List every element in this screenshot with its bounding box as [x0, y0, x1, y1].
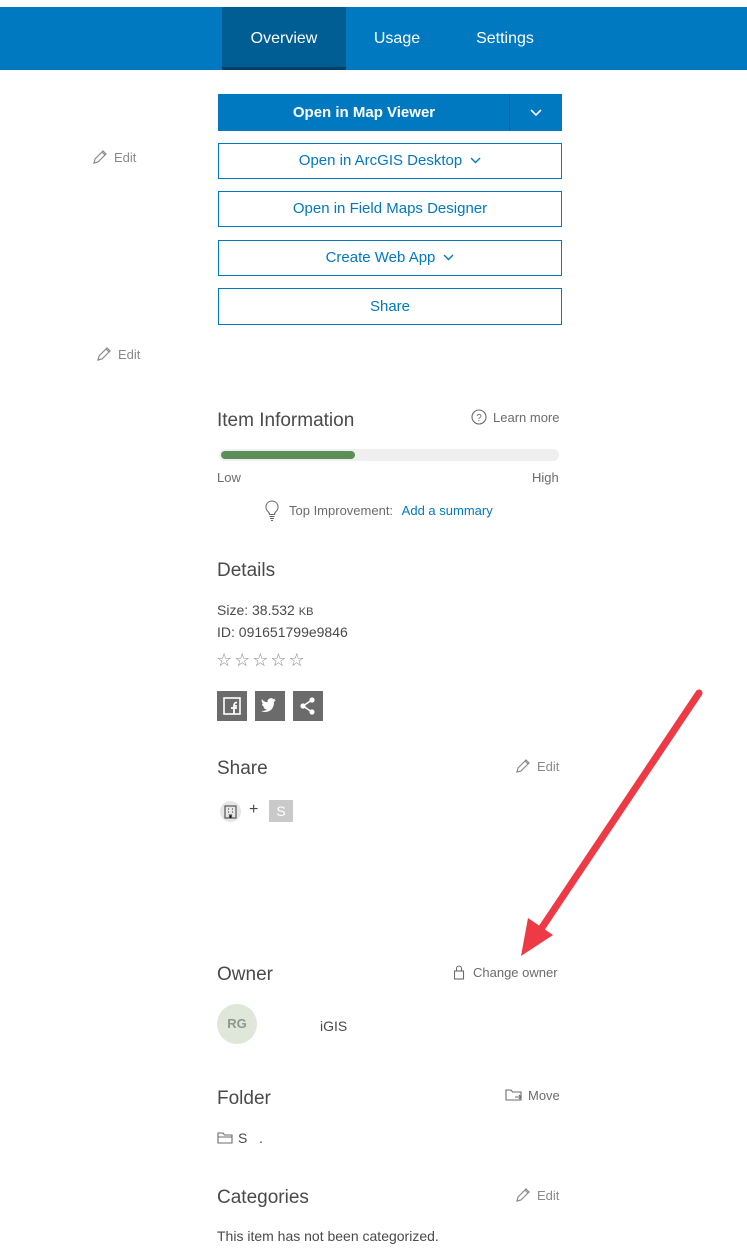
annotation-arrow — [521, 689, 703, 956]
annotation-arrow-shaft — [531, 689, 703, 942]
